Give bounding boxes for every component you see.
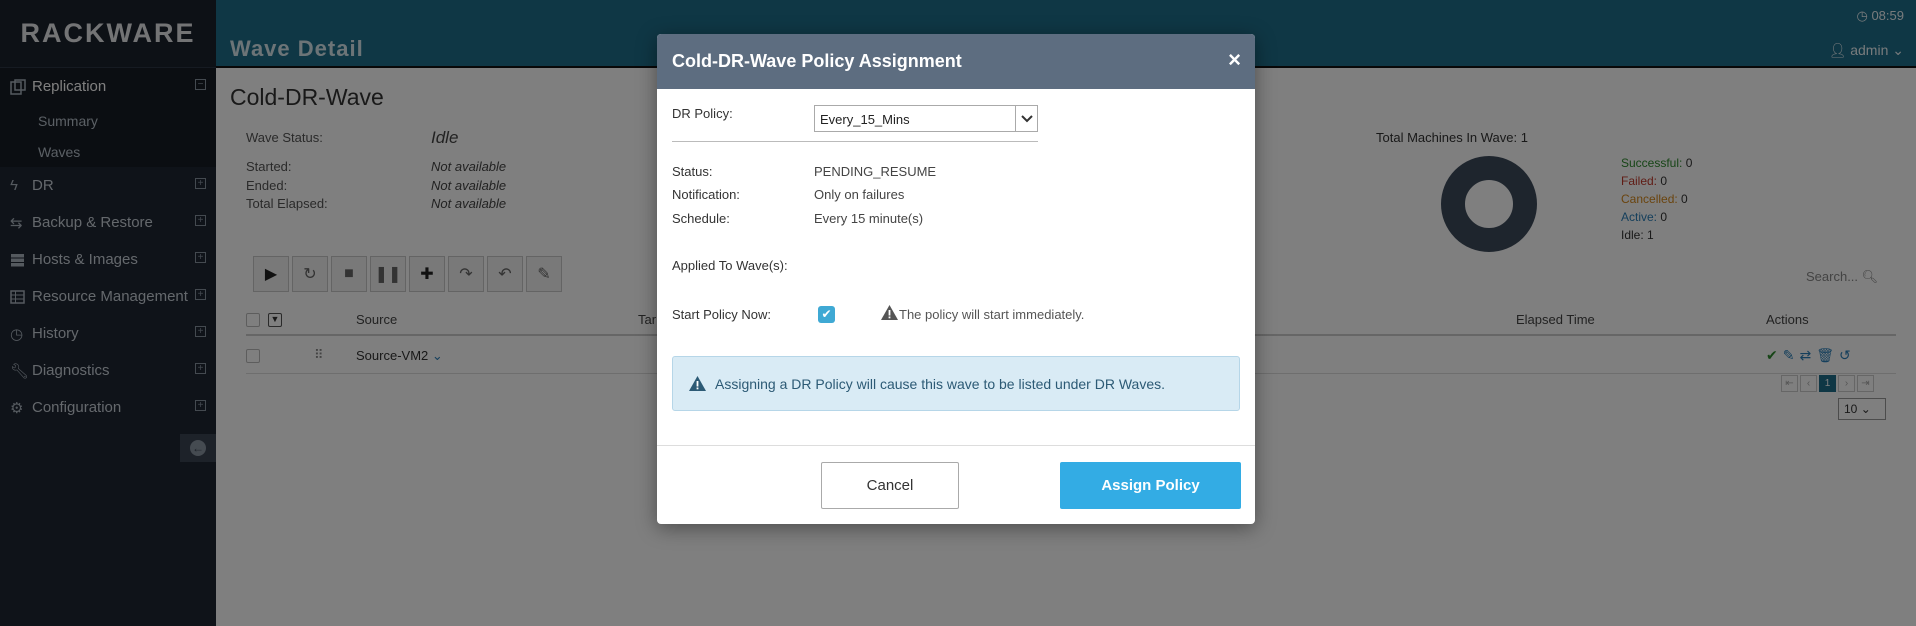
info-alert: Assigning a DR Policy will cause this wa…: [672, 356, 1240, 411]
policy-assignment-modal: Cold-DR-Wave Policy Assignment × DR Poli…: [657, 34, 1255, 524]
start-policy-now-label: Start Policy Now:: [672, 307, 771, 322]
warning-icon: [688, 375, 707, 392]
start-policy-now-checkbox[interactable]: ✔: [818, 306, 835, 323]
notification-value: Only on failures: [814, 187, 905, 202]
divider: [672, 141, 1038, 142]
modal-footer-divider: [657, 445, 1255, 446]
close-icon[interactable]: ×: [1228, 47, 1241, 73]
chevron-down-icon: [1015, 106, 1037, 131]
status-value: PENDING_RESUME: [814, 164, 937, 179]
schedule-label: Schedule:: [672, 211, 730, 226]
modal-header: Cold-DR-Wave Policy Assignment ×: [657, 34, 1255, 89]
assign-policy-button[interactable]: Assign Policy: [1060, 462, 1241, 509]
modal-title: Cold-DR-Wave Policy Assignment: [672, 51, 962, 71]
status-label: Status:: [672, 164, 713, 179]
start-now-note: The policy will start immediately.: [880, 304, 1084, 324]
schedule-value: Every 15 minute(s): [814, 211, 924, 226]
warning-icon: [880, 304, 899, 324]
dr-policy-select[interactable]: Every_15_Mins: [814, 105, 1038, 132]
cancel-button[interactable]: Cancel: [821, 462, 959, 509]
applied-to-waves-label: Applied To Wave(s):: [672, 258, 788, 273]
notification-label: Notification:: [672, 187, 740, 202]
dr-policy-label: DR Policy:: [672, 106, 733, 121]
